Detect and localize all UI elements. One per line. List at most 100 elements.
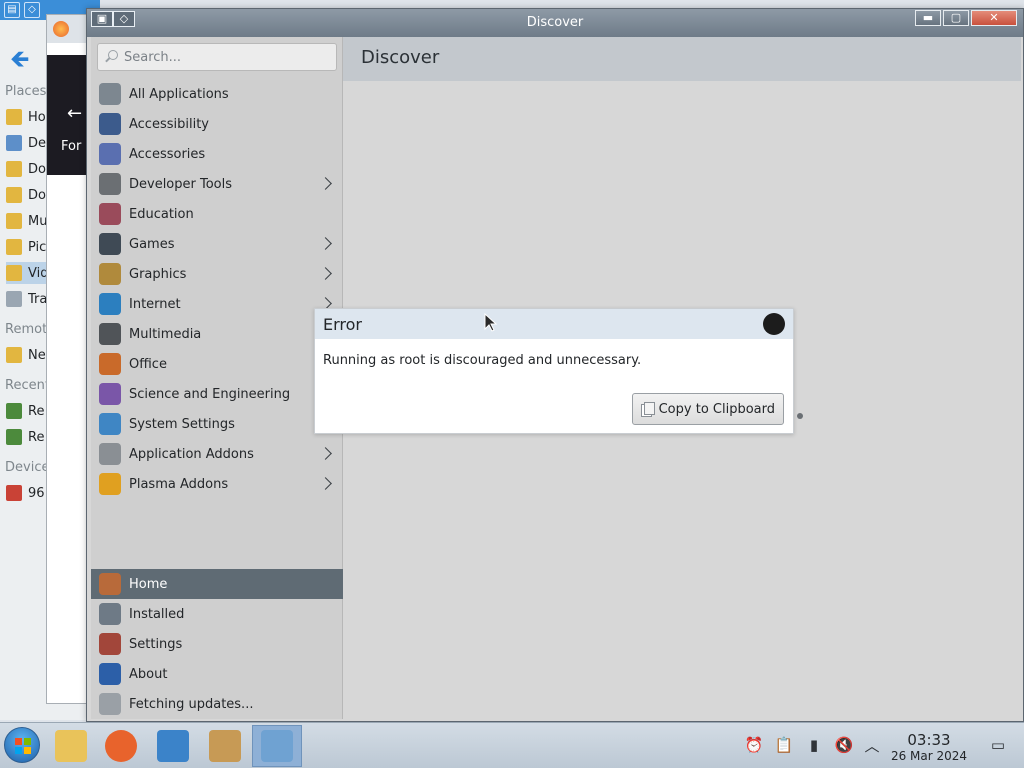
sidebar-item-label: Science and Engineering xyxy=(129,386,291,402)
internet-icon xyxy=(99,293,121,315)
keep-above-icon[interactable]: ◇ xyxy=(24,2,40,18)
sidebar-item-education[interactable]: Education xyxy=(91,199,343,229)
sidebar-item-developer-tools[interactable]: Developer Tools xyxy=(91,169,343,199)
sidebar-item-system-settings[interactable]: System Settings xyxy=(91,409,343,439)
search-field[interactable] xyxy=(97,43,337,71)
sidebar-item-plasma-addons[interactable]: Plasma Addons xyxy=(91,469,343,499)
sidebar-item-accessories[interactable]: Accessories xyxy=(91,139,343,169)
firefox-icon xyxy=(105,730,137,762)
chevron-right-icon[interactable] xyxy=(319,265,333,283)
places-item[interactable]: Tra xyxy=(6,288,50,310)
back-arrow-icon[interactable]: 🡸 xyxy=(10,42,30,83)
places-item[interactable]: Do xyxy=(6,184,50,206)
clock-time[interactable]: 03:33 xyxy=(892,731,966,749)
sidebar-item-application-addons[interactable]: Application Addons xyxy=(91,439,343,469)
sidebar-nav-about[interactable]: About xyxy=(91,659,343,689)
dialog-close-icon[interactable] xyxy=(763,313,785,335)
error-message: Running as root is discouraged and unnec… xyxy=(323,353,642,368)
clock-date[interactable]: 26 Mar 2024 xyxy=(882,749,976,763)
system-settings-icon xyxy=(99,413,121,435)
places-item[interactable]: De xyxy=(6,132,50,154)
places-item[interactable]: Pic xyxy=(6,236,50,258)
chevron-right-icon[interactable] xyxy=(319,175,333,193)
office-icon xyxy=(99,353,121,375)
places-item[interactable]: Ne xyxy=(6,344,50,366)
notifications-icon[interactable]: ⏰ xyxy=(744,735,764,755)
trash-icon xyxy=(6,291,22,307)
tray-expand-icon[interactable]: ︿ xyxy=(862,735,882,755)
close-button[interactable]: ✕ xyxy=(971,10,1017,26)
taskbar-app-firefox[interactable] xyxy=(96,725,146,767)
copy-to-clipboard-button[interactable]: Copy to Clipboard xyxy=(631,393,784,425)
places-item-label: Mu xyxy=(28,213,48,229)
battery-icon[interactable]: ▮ xyxy=(804,735,824,755)
taskbar-app-package-installer[interactable] xyxy=(200,725,250,767)
start-menu-button[interactable] xyxy=(4,727,40,763)
volume-muted-icon[interactable]: 🔇 xyxy=(834,735,854,755)
maximize-button[interactable]: ▢ xyxy=(943,10,969,26)
grid-icon xyxy=(99,83,121,105)
search-input[interactable] xyxy=(124,49,324,65)
science-icon xyxy=(99,383,121,405)
sidebar-nav-label: Fetching updates... xyxy=(129,696,254,712)
minimize-button[interactable]: ▬ xyxy=(915,10,941,26)
sidebar-item-label: Graphics xyxy=(129,266,187,282)
places-item-label: Pic xyxy=(28,239,47,255)
sidebar-bottom-nav: Home Installed Settings About Fetching updat… xyxy=(91,569,343,719)
chevron-right-icon[interactable] xyxy=(319,445,333,463)
sidebar-item-label: Internet xyxy=(129,296,181,312)
places-item[interactable]: Do xyxy=(6,158,50,180)
error-dialog-header: Error xyxy=(315,309,793,339)
places-item[interactable]: Mu xyxy=(6,210,50,232)
discover-icon xyxy=(261,730,293,762)
sidebar-nav-home[interactable]: Home xyxy=(91,569,343,599)
taskbar-app-system-monitor[interactable] xyxy=(148,725,198,767)
installed-list-icon xyxy=(99,603,121,625)
clipboard-icon[interactable]: 📋 xyxy=(774,735,794,755)
sidebar-item-accessibility[interactable]: Accessibility xyxy=(91,109,343,139)
taskbar: ⏰ 📋 ▮ 🔇 ︿ 03:33 26 Mar 2024 ▭ xyxy=(0,722,1024,768)
chevron-right-icon[interactable] xyxy=(319,235,333,253)
desktop-folder-icon xyxy=(6,135,22,151)
home-icon xyxy=(99,573,121,595)
sidebar: All Applications Accessibility Accessories… xyxy=(91,37,343,719)
downloads-folder-icon xyxy=(6,187,22,203)
multimedia-icon xyxy=(99,323,121,345)
sidebar-item-internet[interactable]: Internet xyxy=(91,289,343,319)
sidebar-item-games[interactable]: Games xyxy=(91,229,343,259)
places-item[interactable]: Ho xyxy=(6,106,50,128)
accessories-icon xyxy=(99,143,121,165)
sidebar-item-multimedia[interactable]: Multimedia xyxy=(91,319,343,349)
copy-icon xyxy=(640,401,655,417)
window-titlebar[interactable]: ▣ ◇ Discover ▬ ▢ ✕ xyxy=(87,9,1023,37)
back-arrow-icon[interactable]: ← xyxy=(67,103,82,124)
chevron-right-icon[interactable] xyxy=(319,475,333,493)
system-monitor-icon xyxy=(157,730,189,762)
sidebar-item-science-and-engineering[interactable]: Science and Engineering xyxy=(91,379,343,409)
sidebar-nav-settings[interactable]: Settings xyxy=(91,629,343,659)
updates-icon xyxy=(99,693,121,715)
show-desktop-icon[interactable]: ▭ xyxy=(988,735,1008,755)
copy-to-clipboard-label: Copy to Clipboard xyxy=(658,401,775,417)
videos-folder-icon xyxy=(6,265,22,281)
places-item[interactable]: Re xyxy=(6,400,50,422)
music-folder-icon xyxy=(6,213,22,229)
places-item[interactable]: 96 xyxy=(6,482,50,504)
sidebar-item-all-applications[interactable]: All Applications xyxy=(91,79,343,109)
places-item[interactable]: Vid xyxy=(6,262,50,284)
taskbar-app-file-manager[interactable] xyxy=(46,725,96,767)
sidebar-nav-label: Home xyxy=(129,576,168,592)
browser-tab-strip[interactable] xyxy=(47,15,91,43)
recent-files-icon xyxy=(6,403,22,419)
window-menu-icon[interactable]: ▤ xyxy=(4,2,20,18)
sidebar-item-graphics[interactable]: Graphics xyxy=(91,259,343,289)
window-title: Discover xyxy=(526,15,584,30)
places-item[interactable]: Re xyxy=(6,426,50,448)
places-item-label: Do xyxy=(28,161,46,177)
taskbar-app-discover[interactable] xyxy=(252,725,302,767)
sidebar-nav-installed[interactable]: Installed xyxy=(91,599,343,629)
sidebar-item-office[interactable]: Office xyxy=(91,349,343,379)
sidebar-item-label: Multimedia xyxy=(129,326,202,342)
sidebar-nav-fetching-updates[interactable]: Fetching updates... xyxy=(91,689,343,719)
recent-heading: Recent xyxy=(5,378,50,393)
